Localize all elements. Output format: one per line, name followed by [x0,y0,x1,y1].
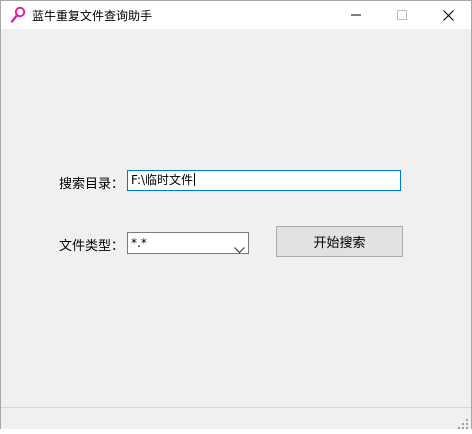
maximize-icon [397,10,407,20]
file-type-label: 文件类型： [59,239,125,254]
close-icon [442,9,454,21]
chevron-down-icon[interactable] [234,239,245,254]
file-type-select[interactable]: *.* [127,232,249,254]
close-button[interactable] [425,1,471,29]
search-dir-label: 搜索目录： [59,177,125,192]
app-window: 蓝牛重复文件查询助手 搜索目录： F:\临时文件 文件类型： *.* 开始搜索 [0,0,472,429]
maximize-button[interactable] [379,1,425,29]
title-bar[interactable]: 蓝牛重复文件查询助手 [1,1,471,29]
status-bar [1,407,471,429]
minimize-icon [351,14,361,16]
start-search-button[interactable]: 开始搜索 [276,226,403,257]
window-title: 蓝牛重复文件查询助手 [32,9,153,23]
resize-grip-icon[interactable] [457,415,469,429]
magnifier-icon [10,6,26,23]
search-dir-input[interactable]: F:\临时文件 [127,170,401,191]
minimize-button[interactable] [333,1,379,29]
text-caret [194,173,196,186]
file-type-value: *.* [131,236,147,250]
search-dir-value: F:\临时文件 [131,173,194,187]
